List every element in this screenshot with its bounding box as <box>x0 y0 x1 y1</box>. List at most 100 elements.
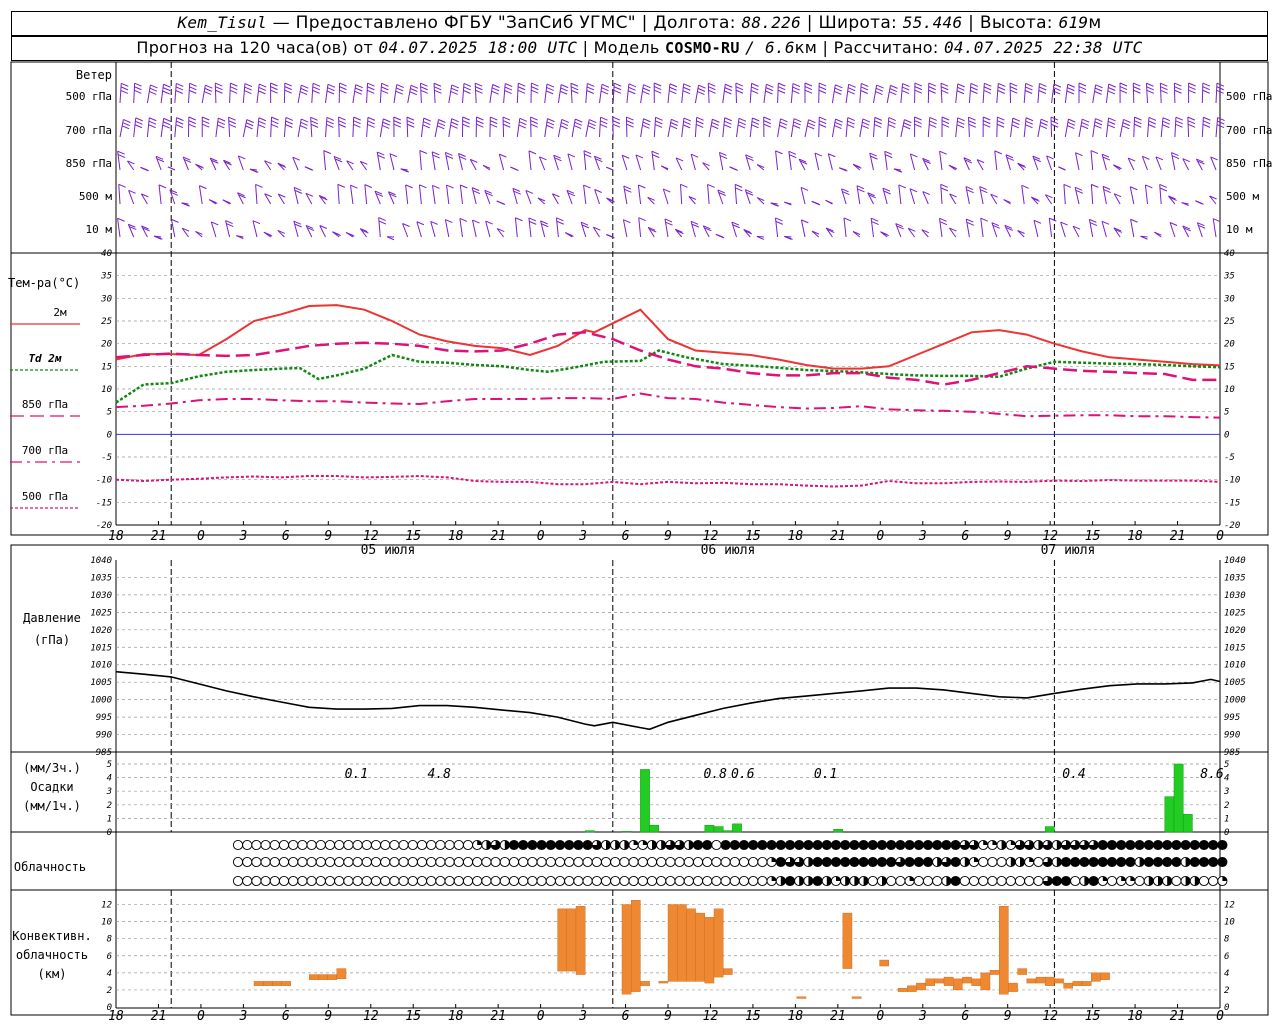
cloud-symbol <box>352 856 363 868</box>
wind-barb-feather <box>670 122 678 126</box>
wind-barb <box>651 151 655 171</box>
wind-barb-feather <box>697 91 705 96</box>
hour-tick-label: 3 <box>578 1009 587 1024</box>
wind-barb-feather <box>719 151 727 156</box>
wind-barb <box>1132 83 1135 104</box>
wind-barb <box>297 85 302 104</box>
cloud-symbol <box>242 875 253 887</box>
wind-barb-feather <box>491 87 500 92</box>
wind-barb <box>225 220 231 238</box>
wind-barb-feather <box>818 123 827 128</box>
wind-barb-feather <box>697 87 706 92</box>
cloud-symbol-part <box>1010 857 1016 867</box>
cloud-symbol <box>1134 875 1145 887</box>
wind-barb-feather <box>613 82 622 87</box>
wind-barb-feather <box>1174 82 1182 87</box>
wind-barb-feather <box>957 83 965 88</box>
cloud-symbol-full <box>1125 840 1135 850</box>
wind-barb <box>814 152 820 171</box>
wind-barb-feather <box>301 118 309 123</box>
wind-barb-feather <box>1188 89 1196 94</box>
wind-barb-feather <box>724 117 732 122</box>
cloud-symbol-full <box>1089 876 1099 886</box>
wind-barb-feather <box>1203 116 1211 121</box>
cloud-symbol-part <box>909 876 915 881</box>
wind-barb <box>690 154 696 171</box>
wind-barb-feather <box>680 183 688 188</box>
wind-barb-feather <box>957 117 965 122</box>
wind-barb-feather <box>1025 117 1034 122</box>
wind-barb-feather <box>134 86 142 91</box>
wind-barb <box>485 220 491 238</box>
wind-barb <box>707 83 710 104</box>
wind-barb-feather <box>381 86 389 91</box>
wind-barb <box>1064 84 1069 104</box>
wind-barb <box>694 117 698 138</box>
wind-barb-feather <box>570 82 579 87</box>
wind-barb <box>927 117 931 138</box>
wind-barb-feather <box>643 118 651 123</box>
wind-barb <box>352 84 357 104</box>
wind-barb <box>790 83 794 104</box>
conv-bar <box>1100 972 1110 980</box>
wind-barb-feather <box>651 150 660 155</box>
precip-tick-label: 1 <box>107 814 112 824</box>
precipitation-panel: 5 5 4 4 3 3 2 2 1 1 0 0 0.1 4.8 0.8 0.6 0.1 0.4 8.6 <box>106 760 1230 838</box>
wind-barb-feather <box>730 166 739 171</box>
cloud-symbol <box>251 839 262 851</box>
wind-level-label-right: 500 м <box>1226 190 1259 203</box>
wind-barb <box>378 217 381 238</box>
wind-barb <box>774 217 779 238</box>
wind-barb-feather <box>707 184 715 188</box>
wind-barb-feather <box>1159 187 1168 192</box>
cloud-symbol-full <box>886 840 896 850</box>
wind-barb-feather <box>775 150 783 155</box>
wind-barb-feather <box>546 121 555 126</box>
wind-barb-feather <box>377 151 385 156</box>
wind-barb-feather <box>601 87 609 92</box>
cloud-symbol-part <box>1010 840 1016 845</box>
wind-barb-feather <box>983 123 991 128</box>
wind-barb-feather <box>271 120 279 125</box>
conv-bar <box>934 978 945 984</box>
wind-barb-feather <box>326 124 334 128</box>
wind-barb-feather <box>1067 87 1075 92</box>
cloud-symbol-full <box>702 840 712 850</box>
wind-barb-feather <box>460 184 468 189</box>
wind-barb-feather <box>1107 90 1116 95</box>
cloud-symbol <box>242 839 253 851</box>
wind-barb-feather <box>492 84 500 88</box>
wind-barb-feather <box>1134 116 1142 121</box>
cloud-symbol <box>343 875 354 887</box>
wind-barb-feather <box>888 124 896 129</box>
cloud-symbol-part <box>1167 876 1172 886</box>
cloud-symbol <box>1033 856 1044 868</box>
conv-title-2: облачность <box>16 948 88 962</box>
conv-bar <box>999 906 1009 995</box>
wind-barb-feather <box>1119 86 1128 91</box>
cloud-symbol <box>251 856 262 868</box>
wind-barb <box>160 84 165 104</box>
wind-barb-feather <box>1134 120 1142 125</box>
wind-barb-feather <box>843 217 852 222</box>
wind-barb <box>448 84 453 104</box>
conv-tick-label: 10 <box>101 918 112 928</box>
wind-barb <box>242 83 246 104</box>
wind-barb-feather <box>148 124 156 129</box>
hour-tick-label: 18 <box>108 529 124 544</box>
wind-barb-feather <box>463 86 471 91</box>
wind-barb-feather <box>1159 184 1167 188</box>
wind-barb-feather <box>819 120 827 125</box>
cloud-symbol <box>518 856 529 868</box>
pressure-tick-label: 1015 <box>90 643 112 653</box>
wind-barb-feather <box>1103 189 1111 193</box>
cloud-symbol-full <box>1098 857 1108 867</box>
wind-barb-feather <box>189 86 197 91</box>
cloud-symbol <box>968 875 980 887</box>
wind-barb-feather <box>502 116 511 121</box>
wind-barb-feather <box>517 89 526 94</box>
wind-barb-feather <box>626 116 634 121</box>
wind-barb-feather <box>202 120 210 125</box>
cloud-symbol-full <box>1144 857 1154 867</box>
wind-barb-feather <box>437 125 445 130</box>
